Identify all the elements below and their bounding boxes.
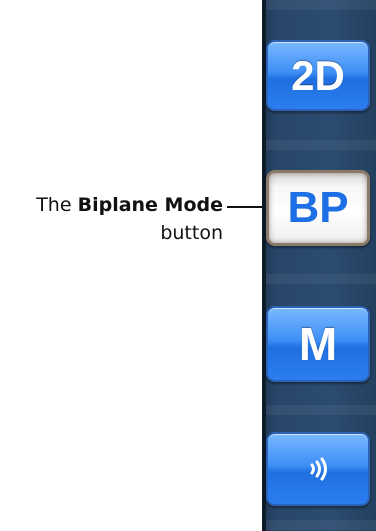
m-mode-label: M xyxy=(298,318,338,370)
2d-mode-button[interactable]: 2D xyxy=(266,40,370,111)
doppler-waves-icon xyxy=(310,457,327,481)
doppler-mode-button[interactable] xyxy=(266,432,370,506)
2d-mode-label: 2D xyxy=(291,51,345,99)
callout-leader-line xyxy=(227,206,267,208)
biplane-mode-callout: The Biplane Mode button xyxy=(0,191,223,247)
callout-line2: button xyxy=(160,222,223,244)
callout-bold-text: Biplane Mode xyxy=(77,194,223,216)
toolbar-separator xyxy=(266,0,376,10)
toolbar-separator xyxy=(266,274,376,284)
biplane-mode-label: BP xyxy=(287,183,349,232)
biplane-mode-button[interactable]: BP xyxy=(266,170,370,246)
toolbar-separator xyxy=(266,520,376,530)
toolbar-separator xyxy=(266,140,376,150)
m-mode-button[interactable]: M xyxy=(266,306,370,382)
callout-prefix: The xyxy=(36,194,78,216)
toolbar-separator xyxy=(266,405,376,415)
